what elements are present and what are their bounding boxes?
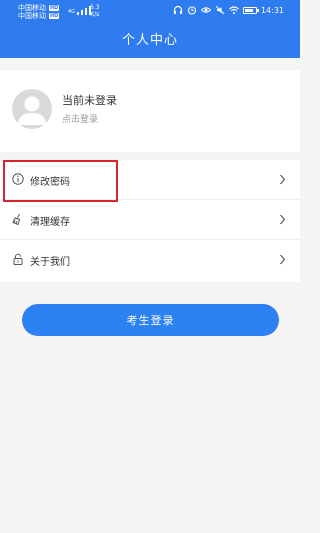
network-speed-unit: K/s (90, 11, 100, 18)
chevron-right-icon (280, 174, 286, 185)
hd-badge-2: HD (49, 13, 60, 19)
broom-icon (12, 213, 21, 225)
login-status-text: 当前未登录 (62, 94, 117, 107)
headphones-icon (173, 5, 183, 14)
status-bar: 中国移动 HD 中国移动 HD 4G 6.3 K/s 14:31 (0, 0, 300, 24)
status-icons: 14:31 (173, 5, 284, 15)
network-type-1: 4G (68, 9, 76, 15)
menu-item-about-us[interactable]: 关于我们 (0, 240, 300, 280)
chevron-right-icon (280, 254, 286, 265)
menu-item-label: 清理缓存 (30, 217, 70, 228)
hd-badge: HD (49, 5, 60, 11)
app-header: 中国移动 HD 中国移动 HD 4G 6.3 K/s 14:31 个人中心 (0, 0, 300, 58)
mute-icon (215, 5, 225, 15)
info-circle-icon (12, 173, 24, 185)
menu-item-clear-cache[interactable]: 清理缓存 (0, 200, 300, 240)
network-speed-value: 6.3 (90, 4, 100, 11)
carrier-label-2: 中国移动 (18, 12, 46, 20)
page-title: 个人中心 (121, 33, 178, 48)
signal-strength-icon: 4G (68, 6, 92, 15)
login-link[interactable]: 点击登录 (62, 112, 98, 125)
examinee-login-button[interactable]: 考生登录 (22, 304, 279, 336)
profile-card[interactable]: 当前未登录 点击登录 (0, 70, 300, 152)
chevron-right-icon (280, 214, 286, 225)
lock-icon (13, 253, 23, 265)
menu-item-change-password[interactable]: 修改密码 (0, 160, 300, 200)
alarm-icon (187, 6, 196, 15)
menu-item-label: 修改密码 (30, 177, 70, 188)
wifi-icon (229, 6, 239, 14)
carrier-info: 中国移动 HD 中国移动 HD (18, 4, 60, 20)
status-time: 14:31 (260, 5, 284, 15)
battery-icon (242, 6, 259, 14)
carrier-label-1: 中国移动 (18, 4, 46, 12)
settings-menu: 修改密码 清理缓存 关于我们 (0, 160, 300, 282)
user-avatar-icon (12, 89, 52, 129)
menu-item-label: 关于我们 (30, 257, 70, 268)
eye-icon (200, 7, 211, 13)
network-speed: 6.3 K/s (90, 4, 100, 18)
